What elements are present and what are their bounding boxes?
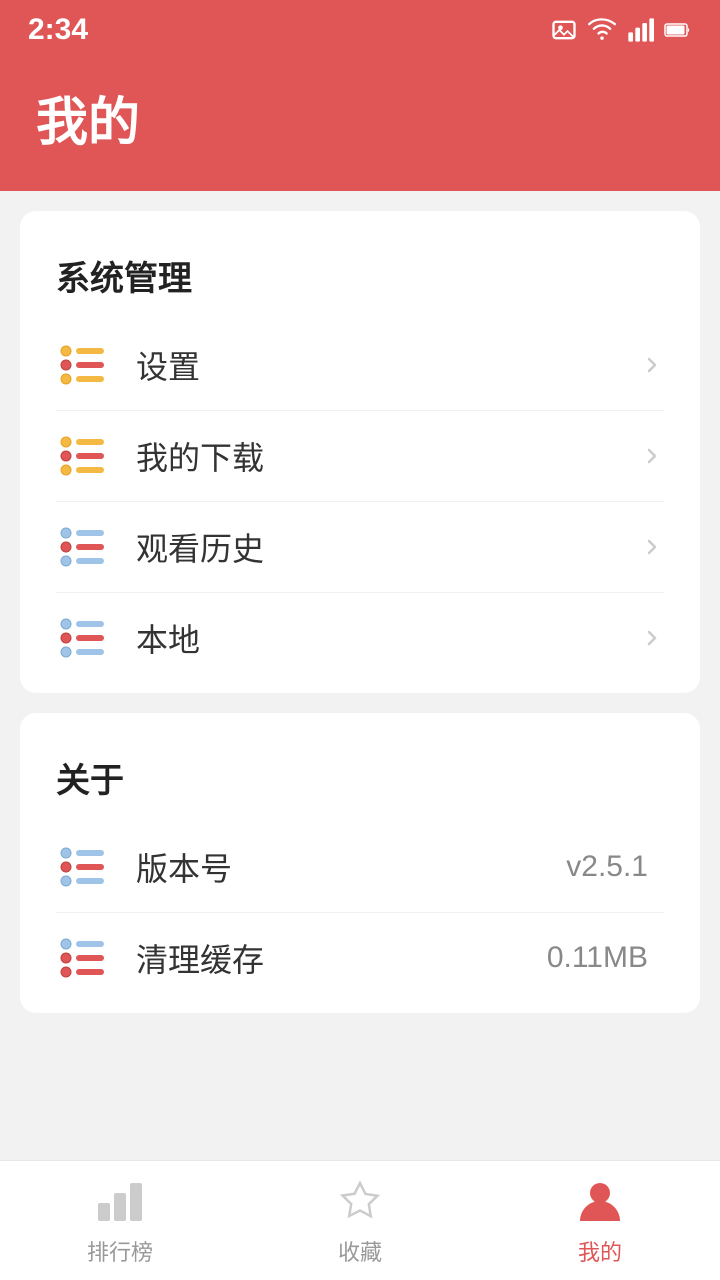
nav-ranking[interactable]: 排行榜 bbox=[0, 1175, 240, 1267]
battery-icon bbox=[664, 16, 692, 44]
about-card: 关于 版本号 v2.5.1 bbox=[20, 713, 700, 1013]
downloads-icon bbox=[56, 434, 112, 478]
about-section-title: 关于 bbox=[56, 753, 664, 802]
clear-cache-value: 0.11MB bbox=[547, 941, 648, 975]
clear-cache-icon bbox=[56, 936, 112, 980]
header: 我的 bbox=[0, 60, 720, 191]
clear-cache-item[interactable]: 清理缓存 0.11MB bbox=[56, 913, 664, 1003]
content: 系统管理 设置 bbox=[0, 191, 720, 1193]
wifi-icon bbox=[588, 16, 616, 44]
version-label: 版本号 bbox=[136, 844, 566, 890]
settings-chevron bbox=[640, 353, 664, 377]
system-section-title: 系统管理 bbox=[56, 251, 664, 300]
page-title: 我的 bbox=[36, 80, 684, 155]
settings-item[interactable]: 设置 bbox=[56, 320, 664, 411]
nav-ranking-label: 排行榜 bbox=[87, 1235, 153, 1267]
local-chevron bbox=[640, 626, 664, 650]
downloads-chevron bbox=[640, 444, 664, 468]
settings-icon bbox=[56, 343, 112, 387]
nav-mine[interactable]: 我的 bbox=[480, 1175, 720, 1267]
mine-nav-icon bbox=[573, 1175, 627, 1229]
system-management-card: 系统管理 设置 bbox=[20, 211, 700, 693]
nav-mine-label: 我的 bbox=[578, 1235, 622, 1267]
downloads-item[interactable]: 我的下载 bbox=[56, 411, 664, 502]
history-item[interactable]: 观看历史 bbox=[56, 502, 664, 593]
history-label: 观看历史 bbox=[136, 524, 640, 570]
bottom-nav: 排行榜 收藏 我的 bbox=[0, 1160, 720, 1280]
version-value: v2.5.1 bbox=[566, 850, 648, 884]
local-label: 本地 bbox=[136, 615, 640, 661]
version-icon bbox=[56, 845, 112, 889]
status-time: 2:34 bbox=[28, 13, 88, 47]
downloads-label: 我的下载 bbox=[136, 433, 640, 479]
signal-icon bbox=[626, 16, 654, 44]
photo-icon bbox=[550, 16, 578, 44]
favorites-nav-icon bbox=[333, 1175, 387, 1229]
local-icon bbox=[56, 616, 112, 660]
history-chevron bbox=[640, 535, 664, 559]
ranking-nav-icon bbox=[93, 1175, 147, 1229]
status-icons bbox=[550, 16, 692, 44]
history-icon bbox=[56, 525, 112, 569]
nav-favorites[interactable]: 收藏 bbox=[240, 1175, 480, 1267]
nav-favorites-label: 收藏 bbox=[338, 1235, 382, 1267]
local-item[interactable]: 本地 bbox=[56, 593, 664, 683]
clear-cache-label: 清理缓存 bbox=[136, 935, 547, 981]
status-bar: 2:34 bbox=[0, 0, 720, 60]
version-item: 版本号 v2.5.1 bbox=[56, 822, 664, 913]
settings-label: 设置 bbox=[136, 342, 640, 388]
